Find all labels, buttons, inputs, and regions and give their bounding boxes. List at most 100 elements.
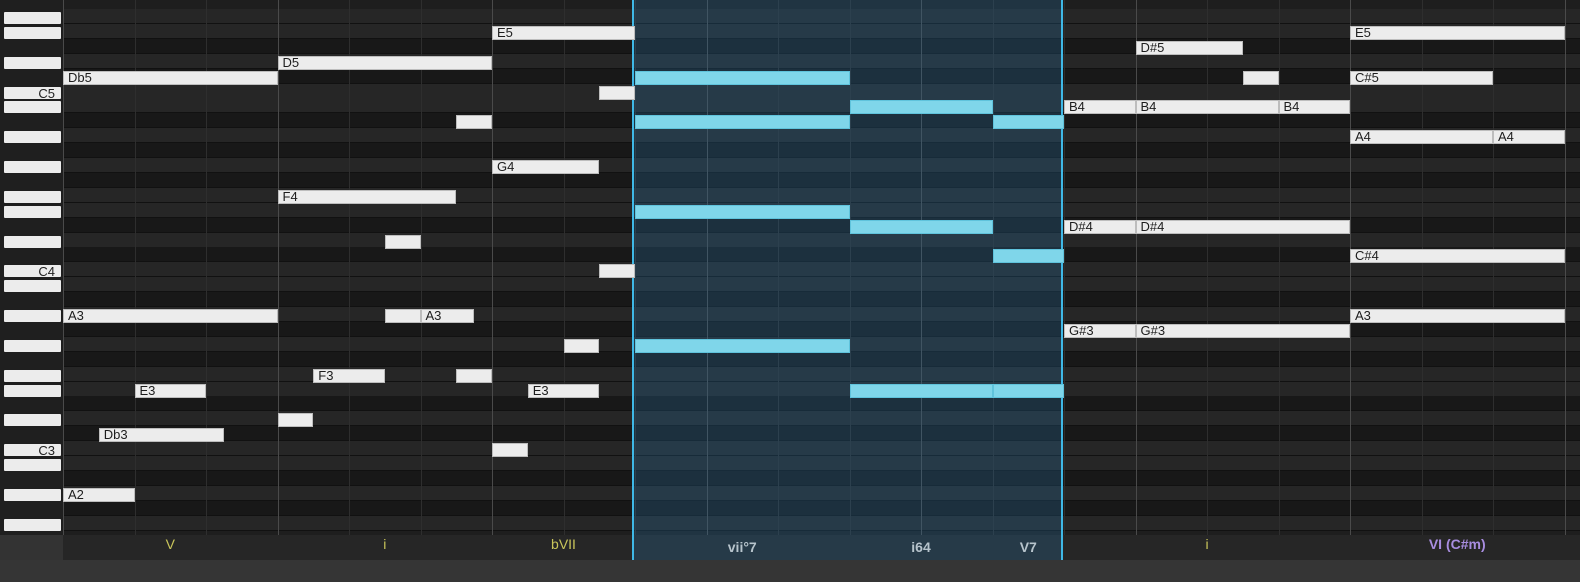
chord-label[interactable]: i <box>278 535 493 560</box>
piano-key[interactable] <box>4 56 61 69</box>
note[interactable] <box>599 264 635 279</box>
note[interactable]: A2 <box>63 487 135 502</box>
note[interactable]: C#5 <box>1350 70 1493 85</box>
note[interactable]: A3 <box>63 309 278 323</box>
piano-key[interactable] <box>4 488 61 501</box>
grid-row <box>63 262 1580 278</box>
piano-key[interactable] <box>4 518 61 531</box>
beat-line <box>1278 0 1280 535</box>
selected-note[interactable] <box>849 100 993 115</box>
beat-line <box>992 0 994 535</box>
piano-keyboard[interactable]: C5 C4 C3 <box>0 0 63 535</box>
chord-label[interactable]: i64 <box>850 535 993 560</box>
note[interactable] <box>384 234 421 249</box>
note[interactable]: D#4 <box>1135 219 1350 234</box>
chord-label[interactable]: VI (C#m) <box>1350 535 1565 560</box>
grid-row <box>63 9 1580 24</box>
status-footer <box>0 560 1580 582</box>
note[interactable]: E5 <box>492 25 635 40</box>
piano-key[interactable] <box>4 101 61 114</box>
piano-key[interactable] <box>4 190 61 203</box>
selected-note[interactable] <box>849 219 993 234</box>
grid-row <box>63 292 1580 308</box>
piano-key[interactable] <box>4 414 61 427</box>
note[interactable] <box>277 413 314 428</box>
note[interactable]: Db5 <box>63 70 278 85</box>
note[interactable]: D#4 <box>1064 219 1136 234</box>
note[interactable] <box>599 85 635 100</box>
note[interactable]: F4 <box>277 189 457 204</box>
note[interactable]: B4 <box>1064 100 1136 115</box>
grid-row <box>63 217 1580 233</box>
piano-key[interactable] <box>4 131 61 144</box>
note[interactable]: E3 <box>134 383 206 398</box>
note[interactable]: G4 <box>492 160 600 174</box>
grid-row <box>63 485 1580 501</box>
grid-row <box>63 98 1580 114</box>
note[interactable]: E5 <box>1350 25 1565 40</box>
note[interactable]: F3 <box>313 368 385 383</box>
note[interactable]: E3 <box>527 383 600 398</box>
grid-row <box>63 277 1580 293</box>
note[interactable]: A3 <box>1350 309 1565 323</box>
grid-row <box>63 381 1580 397</box>
piano-key[interactable] <box>4 12 61 24</box>
piano-key[interactable] <box>4 161 61 173</box>
grid-row <box>63 426 1580 442</box>
beat-line <box>921 0 922 535</box>
piano-key[interactable] <box>4 26 61 39</box>
note[interactable] <box>492 443 528 458</box>
note[interactable] <box>1242 70 1279 85</box>
beat-line <box>420 0 422 535</box>
chord-label[interactable]: V7 <box>993 535 1065 560</box>
note[interactable]: A3 <box>420 309 475 323</box>
note[interactable]: A4 <box>1493 130 1565 145</box>
chord-label[interactable]: vii°7 <box>635 535 850 560</box>
chord-label[interactable]: bVII <box>492 535 635 560</box>
note[interactable]: G#3 <box>1135 323 1350 338</box>
piano-key[interactable] <box>4 235 61 248</box>
grid-row <box>63 470 1580 486</box>
note[interactable] <box>456 115 492 130</box>
grid-row <box>63 143 1580 159</box>
piano-key[interactable] <box>4 459 61 471</box>
grid-row <box>63 172 1580 188</box>
grid-row <box>63 38 1580 54</box>
beat-line <box>1135 0 1137 535</box>
note[interactable] <box>384 309 421 323</box>
piano-key[interactable] <box>4 339 61 352</box>
note[interactable]: G#3 <box>1064 323 1136 338</box>
selected-note[interactable] <box>992 383 1064 398</box>
note[interactable]: C#4 <box>1350 249 1565 264</box>
selected-note[interactable] <box>635 70 850 85</box>
note[interactable]: B4 <box>1135 100 1279 115</box>
note[interactable] <box>456 368 492 383</box>
selected-note[interactable] <box>635 338 850 353</box>
selected-note[interactable] <box>992 115 1064 130</box>
beat-line <box>349 0 350 535</box>
note[interactable]: D5 <box>277 55 492 70</box>
note[interactable]: B4 <box>1278 100 1350 115</box>
beat-line <box>1064 0 1065 535</box>
chord-label[interactable]: i <box>1064 535 1350 560</box>
selected-note[interactable] <box>992 249 1064 264</box>
note[interactable]: D#5 <box>1135 40 1243 55</box>
piano-key[interactable] <box>4 280 61 293</box>
piano-key[interactable] <box>4 384 61 397</box>
grid-row <box>63 515 1580 531</box>
piano-key[interactable] <box>4 369 61 382</box>
octave-label: C3 <box>38 443 55 459</box>
chord-label[interactable]: V <box>63 535 278 560</box>
piano-key[interactable] <box>4 205 61 218</box>
grid-row <box>63 366 1580 382</box>
note[interactable]: Db3 <box>98 428 224 443</box>
selected-note[interactable] <box>849 383 993 398</box>
selected-note[interactable] <box>635 204 850 219</box>
octave-label: C5 <box>38 85 55 101</box>
selected-note[interactable] <box>635 115 850 130</box>
note[interactable] <box>563 338 600 353</box>
beat-line <box>849 0 851 535</box>
grid-row <box>63 351 1580 367</box>
note[interactable]: A4 <box>1350 130 1493 145</box>
piano-key[interactable] <box>4 310 61 322</box>
